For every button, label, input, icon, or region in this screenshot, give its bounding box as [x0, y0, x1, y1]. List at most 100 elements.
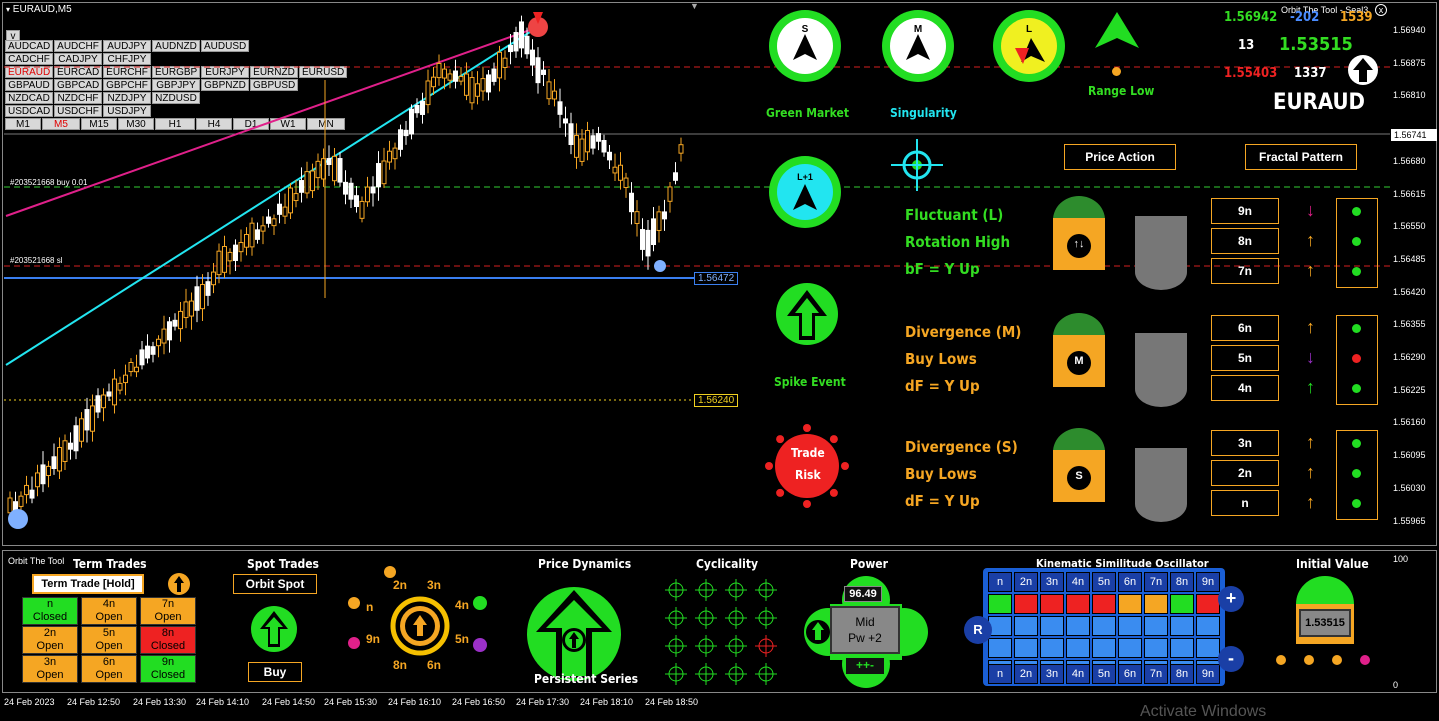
price-axis-label: 1.56485: [1393, 253, 1426, 264]
group-2-line-1: Divergence (M): [905, 323, 1022, 341]
price-dynamics-arrow-icon: [527, 587, 621, 681]
gear-tooth: [776, 488, 785, 497]
candle: [491, 68, 497, 82]
label-range-low: Range Low: [1088, 84, 1155, 98]
fractal-pattern-button[interactable]: Fractal Pattern: [1245, 144, 1357, 170]
trade-risk-line2: Risk: [795, 468, 821, 482]
kinematic-cell: [1040, 616, 1064, 636]
candle: [475, 83, 480, 97]
power-state-line1: Mid: [855, 615, 875, 629]
cyclicality-crosshair-icon: [665, 663, 687, 685]
kinematic-plus-button[interactable]: +: [1218, 586, 1244, 612]
candle: [480, 78, 486, 92]
power-title: Power: [850, 557, 888, 571]
term-trade-cell-7n[interactable]: 7n Open: [140, 597, 196, 625]
candle: [29, 489, 35, 499]
price-action-button[interactable]: Price Action: [1064, 144, 1176, 170]
cycle-2n-box[interactable]: 2n: [1211, 460, 1279, 486]
hold-indicator-icon: [168, 573, 190, 595]
kinematic-cell: [1014, 616, 1038, 636]
term-trade-cell-4n[interactable]: 4n Open: [81, 597, 137, 625]
term-trade-cell-8n[interactable]: 8n Closed: [140, 626, 196, 654]
candle: [7, 497, 13, 514]
cycle-n-box[interactable]: n: [1211, 490, 1279, 516]
sl-order-label[interactable]: #203521668 sl: [10, 256, 63, 265]
candle: [304, 171, 310, 194]
status-dot-3n: [1352, 439, 1361, 448]
group-1-tile: [1053, 196, 1105, 270]
up-arrow-icon: [1348, 55, 1378, 85]
price-axis-label: 1.56940: [1393, 25, 1426, 35]
term-trade-cell-n[interactable]: n Closed: [22, 597, 78, 625]
term-trade-cell-9n[interactable]: 9n Closed: [140, 655, 196, 683]
orbit-spot-button[interactable]: Orbit Spot: [233, 574, 317, 594]
candle: [541, 69, 546, 75]
spot-up-arrow-icon: [251, 606, 297, 652]
group-1-line-1: Fluctuant (L): [905, 206, 1004, 224]
term-trade-cell-6n[interactable]: 6n Open: [81, 655, 137, 683]
time-axis-label: 24 Feb 14:10: [196, 697, 250, 707]
candle: [535, 57, 541, 84]
candle: [277, 203, 282, 215]
kinematic-r-button[interactable]: R: [964, 616, 992, 644]
candle: [651, 218, 656, 246]
kinematic-header-3n: 3n: [1040, 572, 1064, 592]
power-pm: ++-: [846, 658, 884, 674]
kinematic-header-2n: 2n: [1014, 572, 1038, 592]
candle: [35, 472, 40, 488]
cycle-6n-box[interactable]: 6n: [1211, 315, 1279, 341]
candle: [469, 77, 475, 104]
term-trade-cell-3n[interactable]: 3n Open: [22, 655, 78, 683]
term-trade-hold-button[interactable]: Term Trade [Hold]: [32, 574, 144, 594]
cycle-5n-box[interactable]: 5n: [1211, 345, 1279, 371]
kinematic-footer-n: n: [988, 664, 1012, 684]
price-axis-label: 1.56550: [1393, 221, 1426, 232]
kinematic-cell: [1144, 638, 1168, 658]
buy-button[interactable]: Buy: [248, 662, 302, 682]
kinematic-minus-button[interactable]: -: [1218, 646, 1244, 672]
candle: [640, 229, 645, 250]
candle: [381, 160, 387, 185]
candle: [365, 186, 370, 203]
term-trade-cell-2n[interactable]: 2n Open: [22, 626, 78, 654]
candle: [244, 234, 249, 248]
candle: [409, 108, 414, 135]
time-axis-label: 24 Feb 18:50: [645, 697, 699, 707]
sub-axis-bottom: 0: [1393, 680, 1399, 690]
buy-order-label[interactable]: #203521668 buy 0.01: [10, 178, 87, 187]
candle: [513, 32, 519, 52]
candle: [634, 211, 640, 224]
initial-dots: [1276, 655, 1376, 667]
status-dot-8n: [1352, 237, 1361, 246]
term-trade-cell-n: 7n: [161, 598, 175, 610]
candle: [24, 484, 29, 496]
candle: [667, 186, 673, 202]
group-3-tile: [1053, 428, 1105, 502]
candle: [271, 218, 277, 227]
cycle-8n-box[interactable]: 8n: [1211, 228, 1279, 254]
cycle-3n-box[interactable]: 3n: [1211, 430, 1279, 456]
candle: [299, 180, 304, 193]
candle: [343, 181, 348, 195]
price-axis-label: 1.56030: [1393, 482, 1426, 493]
cyclicality-crosshair-icon: [665, 635, 687, 657]
term-trade-cell-5n[interactable]: 5n Open: [81, 626, 137, 654]
cycle-9n-box[interactable]: 9n: [1211, 198, 1279, 224]
candle: [645, 229, 651, 257]
watermark: Activate Windows: [1140, 703, 1267, 720]
group-3-line-2: Buy Lows: [905, 465, 977, 483]
term-trade-cell-status: Closed: [32, 611, 68, 623]
time-axis-label: 24 Feb 14:50: [262, 697, 316, 707]
cycle-7n-box[interactable]: 7n: [1211, 258, 1279, 284]
candle: [590, 135, 596, 149]
candle: [172, 319, 178, 327]
candle: [546, 81, 552, 100]
candle: [189, 300, 194, 317]
candle: [612, 166, 618, 174]
kinematic-footer-7n: 7n: [1144, 664, 1168, 684]
candle: [420, 100, 425, 115]
price-axis-label: 1.56160: [1393, 417, 1426, 428]
candle: [106, 391, 112, 397]
cycle-4n-box[interactable]: 4n: [1211, 375, 1279, 401]
time-axis-label: 24 Feb 12:50: [67, 697, 121, 707]
